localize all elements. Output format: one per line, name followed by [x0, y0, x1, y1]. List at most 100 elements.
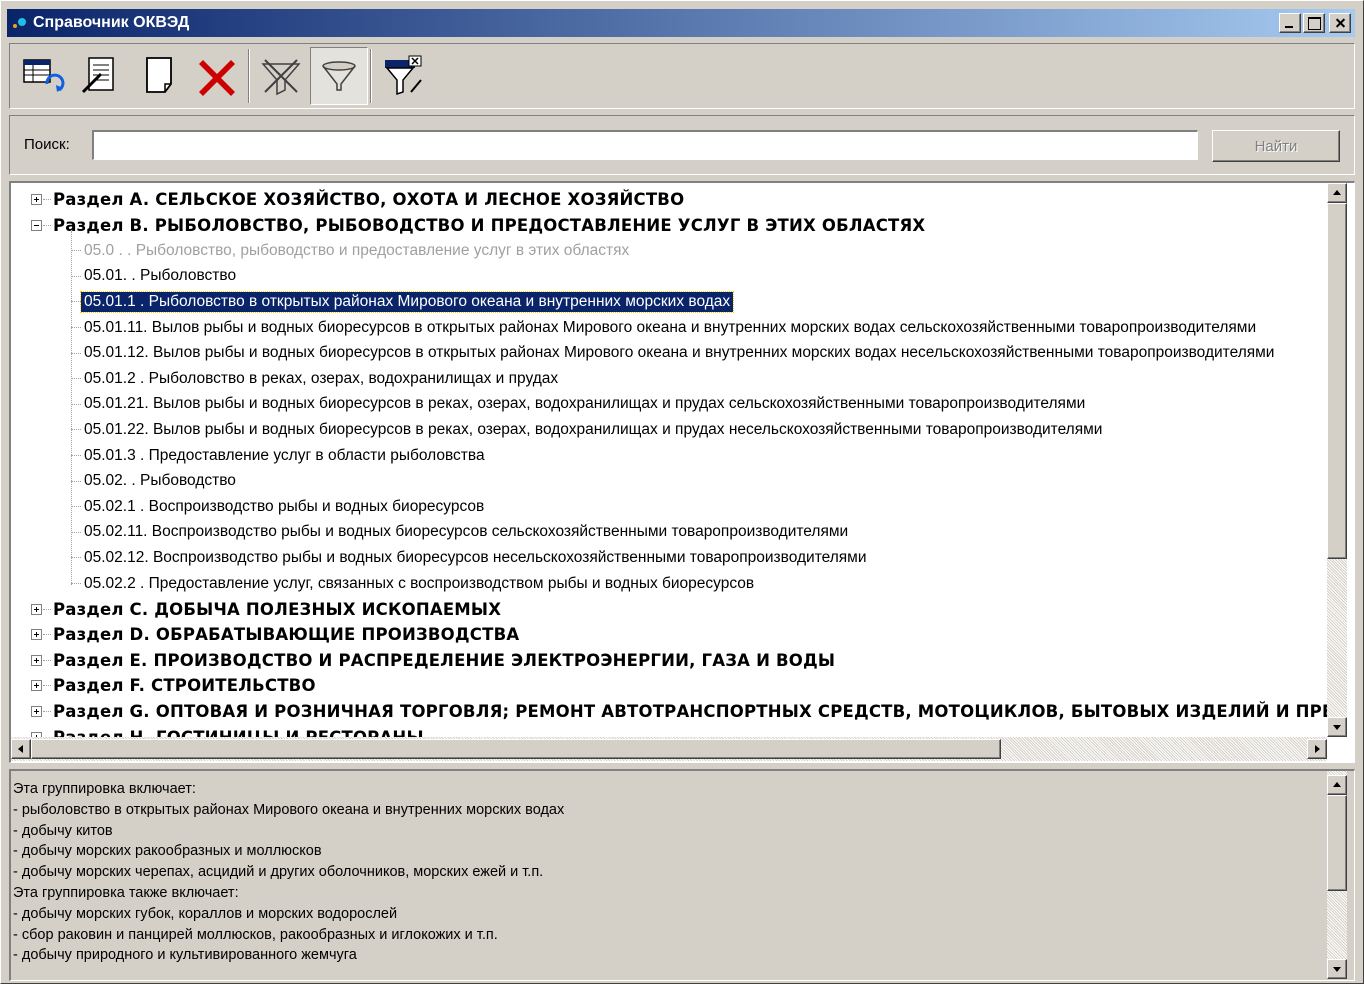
delete-button[interactable] — [188, 47, 246, 105]
tree-item[interactable]: 05.02. . Рыбоводство — [11, 469, 239, 494]
clear-filter-button[interactable] — [252, 47, 310, 105]
tree-item-label: 05.02.2 . Предоставление услуг, связанны… — [84, 574, 755, 592]
tree-item[interactable]: 05.02.11. Воспроизводство рыбы и водных … — [11, 520, 851, 545]
tree-item-label: 05.01. . Рыболовство — [84, 267, 237, 285]
tree-connector — [71, 378, 81, 380]
tree-item[interactable]: 05.02.12. Воспроизводство рыбы и водных … — [11, 545, 870, 570]
tree-connector — [71, 230, 72, 585]
tree-connector — [71, 455, 81, 456]
tree-section-row[interactable]: Раздел H. ГОСТИНИЦЫ И РЕСТОРАНЫ — [11, 725, 424, 737]
expand-icon[interactable] — [31, 194, 42, 205]
tree-item-label: 05.01.12. Вылов рыбы и водных биоресурсо… — [84, 344, 1275, 362]
tree-hscroll-thumb[interactable] — [31, 739, 1001, 759]
expand-icon[interactable] — [31, 629, 42, 641]
tree-item[interactable]: 05.01.3 . Предоставление услуг в области… — [11, 443, 488, 468]
tree-scroll-up-button[interactable] — [1327, 183, 1347, 203]
tree-scroll-left-button[interactable] — [11, 739, 31, 759]
tree-item-label: 05.01.2 . Рыболовство в реках, озерах, в… — [84, 369, 559, 387]
tree-section-label: Раздел E. ПРОИЗВОДСТВО И РАСПРЕДЕЛЕНИЕ Э… — [53, 650, 836, 670]
tree-connector — [71, 506, 81, 508]
new-document-button[interactable] — [130, 47, 188, 105]
table-refresh-icon — [23, 59, 65, 92]
expand-icon[interactable] — [31, 603, 42, 615]
tree-connector — [43, 711, 51, 712]
tree-item[interactable]: 05.0 . . Рыболовство, рыбоводство и пред… — [11, 238, 632, 263]
tree-scroll-down-button[interactable] — [1327, 717, 1347, 737]
close-button[interactable] — [1329, 13, 1351, 33]
tree-section-row[interactable]: Раздел B. РЫБОЛОВСТВО, РЫБОВОДСТВО И ПРЕ… — [11, 213, 925, 238]
tree-connector — [71, 352, 81, 354]
tree-item[interactable]: 05.01.11. Вылов рыбы и водных биоресурсо… — [11, 315, 1259, 340]
tree-connector — [43, 224, 51, 226]
tree-section-label: Раздел A. СЕЛЬСКОЕ ХОЗЯЙСТВО, ОХОТА И ЛЕ… — [53, 190, 685, 209]
tree-scroll-right-button[interactable] — [1307, 739, 1327, 759]
tree-item-selected[interactable]: 05.01.1 . Рыболовство в открытых районах… — [11, 289, 735, 314]
window-title: Справочник ОКВЭД — [33, 14, 190, 31]
filter-button[interactable] — [310, 47, 368, 105]
tree-item[interactable]: 05.01. . Рыболовство — [11, 264, 239, 289]
tree-item-label: 05.01.11. Вылов рыбы и водных биоресурсо… — [84, 318, 1257, 336]
expand-icon[interactable] — [31, 654, 42, 666]
tree-item-label: 05.01.1 . Рыболовство в открытых районах… — [79, 290, 735, 313]
toolbar — [9, 43, 1355, 109]
description-scroll-down-button[interactable] — [1327, 959, 1347, 979]
refresh-table-button[interactable] — [14, 47, 72, 105]
description-text: Эта группировка включает: - рыболовство в… — [13, 779, 564, 966]
tree-item[interactable]: 05.01.2 . Рыболовство в реках, озерах, в… — [11, 366, 561, 391]
filter-settings-icon — [385, 55, 422, 96]
tree-connector — [71, 403, 81, 405]
minimize-button[interactable] — [1279, 13, 1301, 33]
tree-section-label: Раздел H. ГОСТИНИЦЫ И РЕСТОРАНЫ — [53, 728, 424, 737]
expand-icon[interactable] — [31, 680, 42, 692]
tree-item[interactable]: 05.01.22. Вылов рыбы и водных биоресурсо… — [11, 417, 1105, 442]
tree-section-label: Раздел C. ДОБЫЧА ПОЛЕЗНЫХ ИСКОПАЕМЫХ — [53, 599, 502, 619]
tree-horizontal-scrollbar[interactable] — [11, 737, 1327, 761]
tree-section-row[interactable]: Раздел D. ОБРАБАТЫВАЮЩИЕ ПРОИЗВОДСТВА — [11, 622, 519, 647]
app-icon — [11, 14, 29, 32]
tree-item-label: 05.02.11. Воспроизводство рыбы и водных … — [84, 523, 849, 541]
maximize-button[interactable] — [1303, 13, 1325, 33]
tree-scroll-thumb[interactable] — [1327, 203, 1347, 559]
blank-page-icon — [146, 57, 172, 93]
description-vertical-scrollbar[interactable] — [1327, 771, 1347, 979]
tree-connector — [43, 634, 51, 636]
edit-document-button[interactable] — [72, 47, 130, 105]
tree-item-label: 05.01.22. Вылов рыбы и водных биоресурсо… — [84, 420, 1103, 438]
tree-section-label: Раздел F. СТРОИТЕЛЬСТВО — [53, 676, 316, 696]
tree-connector — [43, 608, 51, 610]
tree-connector — [43, 659, 51, 661]
find-button[interactable]: Найти — [1212, 130, 1340, 162]
tree-connector — [71, 275, 81, 277]
tree-section-row[interactable]: Раздел A. СЕЛЬСКОЕ ХОЗЯЙСТВО, ОХОТА И ЛЕ… — [11, 187, 684, 212]
tree-connector — [71, 301, 81, 303]
tree-item[interactable]: 05.01.12. Вылов рыбы и водных биоресурсо… — [11, 341, 1277, 366]
collapse-icon[interactable] — [31, 219, 42, 231]
tree-item-label: 05.02. . Рыбоводство — [84, 472, 236, 490]
description-line: - добычу природного и культивированного … — [13, 947, 357, 964]
tree-section-row[interactable]: Раздел F. СТРОИТЕЛЬСТВО — [11, 673, 316, 698]
filter-clear-icon — [261, 59, 301, 96]
tree-vertical-scrollbar[interactable] — [1327, 183, 1347, 737]
tree-section-row[interactable]: Раздел C. ДОБЫЧА ПОЛЕЗНЫХ ИСКОПАЕМЫХ — [11, 597, 501, 622]
tree-section-row[interactable]: Раздел G. ОПТОВАЯ И РОЗНИЧНАЯ ТОРГОВЛЯ; … — [11, 699, 1327, 724]
toolbar-separator — [248, 49, 250, 103]
document-edit-icon — [81, 57, 114, 94]
tree-item[interactable]: 05.02.2 . Предоставление услуг, связанны… — [11, 571, 757, 596]
tree-item-label: 05.01.21. Вылов рыбы и водных биоресурсо… — [84, 395, 1086, 413]
tree-item[interactable]: 05.02.1 . Воспроизводство рыбы и водных … — [11, 494, 487, 519]
description-scroll-up-button[interactable] — [1327, 775, 1347, 795]
window-controls — [1279, 13, 1351, 33]
description-line: Эта группировка включает: — [13, 781, 196, 797]
filter-settings-button[interactable] — [374, 47, 432, 105]
tree-content: Раздел A. СЕЛЬСКОЕ ХОЗЯЙСТВО, ОХОТА И ЛЕ… — [11, 185, 1327, 737]
description-line: - сбор раковин и панцирей моллюсков, рак… — [13, 926, 498, 943]
search-input[interactable] — [92, 130, 1198, 160]
tree-item[interactable]: 05.01.21. Вылов рыбы и водных биоресурсо… — [11, 392, 1088, 417]
tree-connector — [71, 429, 81, 431]
tree-connector — [71, 531, 81, 533]
tree-connector — [71, 583, 81, 584]
description-scroll-thumb[interactable] — [1327, 795, 1347, 891]
expand-icon[interactable] — [31, 706, 42, 717]
title-bar[interactable]: Справочник ОКВЭД — [7, 9, 1355, 37]
tree-section-row[interactable]: Раздел E. ПРОИЗВОДСТВО И РАСПРЕДЕЛЕНИЕ Э… — [11, 648, 835, 673]
